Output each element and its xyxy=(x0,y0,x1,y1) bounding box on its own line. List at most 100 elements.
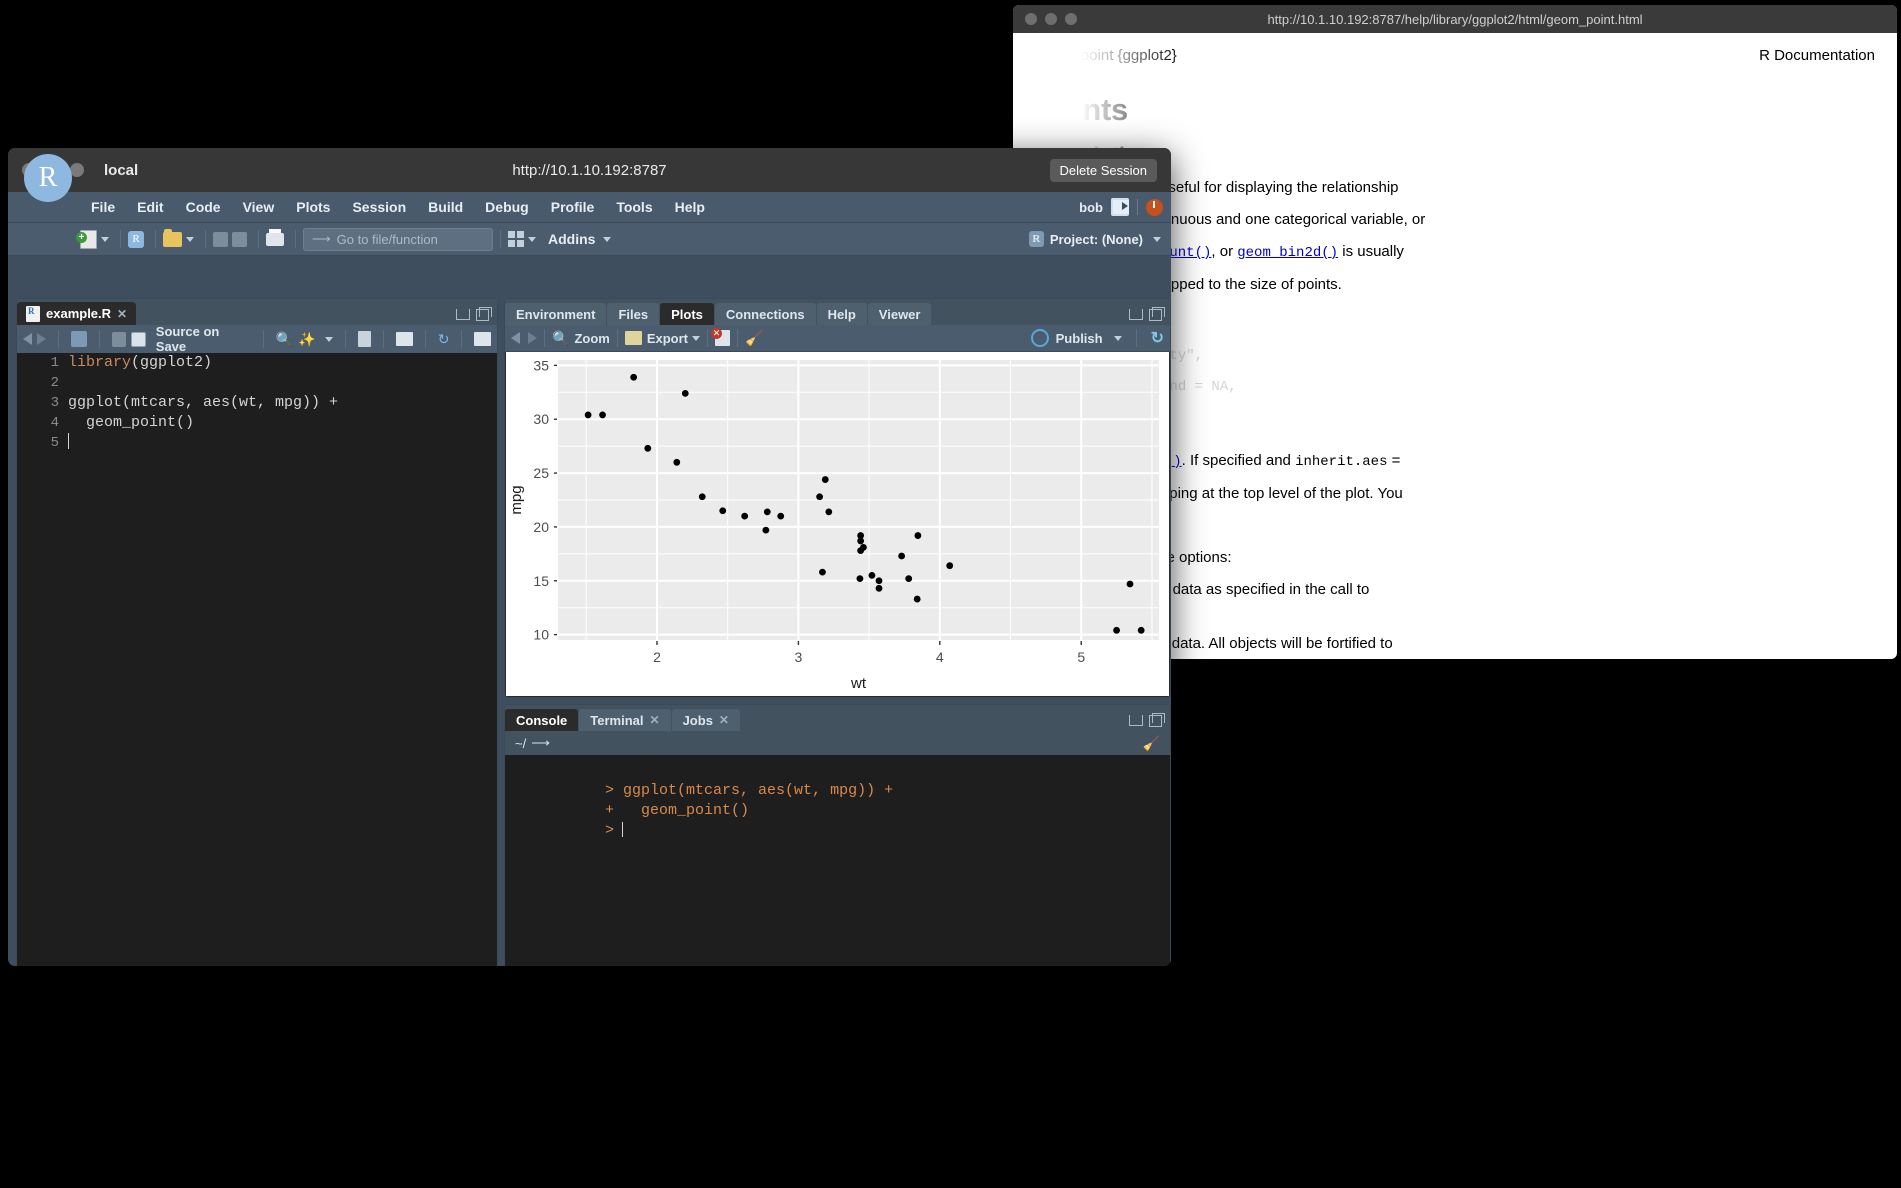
source-pane-window-buttons[interactable] xyxy=(456,309,489,321)
plots-pane-window-buttons[interactable] xyxy=(1129,309,1162,321)
menu-profile[interactable]: Profile xyxy=(540,196,606,218)
sign-out-icon[interactable] xyxy=(1111,198,1129,216)
chevron-down-icon[interactable] xyxy=(186,237,194,242)
tab-files[interactable]: Files xyxy=(607,303,659,325)
open-file-button[interactable] xyxy=(163,232,194,247)
publish-label[interactable]: Publish xyxy=(1056,331,1103,346)
console-text: geom_point() xyxy=(614,802,749,819)
close-icon[interactable]: ✕ xyxy=(117,307,127,321)
menu-code[interactable]: Code xyxy=(175,196,232,218)
minimize-icon[interactable] xyxy=(1129,309,1143,320)
forward-arrow-icon[interactable] xyxy=(37,333,46,345)
chevron-down-icon[interactable] xyxy=(325,337,333,342)
ggplot-scatterplot: 1015202530352345wtmpg xyxy=(506,352,1169,696)
show-in-new-window-icon[interactable] xyxy=(71,331,87,347)
go-to-file-input[interactable]: ⟶ Go to file/function xyxy=(303,228,493,251)
export-label[interactable]: Export xyxy=(647,331,688,346)
console-pane[interactable]: Console Terminal ✕ Jobs ✕ ~/ ⟶ 🧹 xyxy=(504,704,1171,966)
console-pane-window-buttons[interactable] xyxy=(1129,715,1162,727)
session-name-label: local xyxy=(104,162,138,179)
export-icon[interactable] xyxy=(625,331,642,345)
menu-file[interactable]: File xyxy=(80,196,126,218)
close-icon[interactable]: ✕ xyxy=(719,713,729,727)
maximize-icon[interactable] xyxy=(476,309,489,321)
plots-pane[interactable]: Environment Files Plots Connections Help… xyxy=(504,298,1171,698)
r-project-icon: R xyxy=(128,231,144,248)
tab-terminal-label: Terminal xyxy=(590,713,643,728)
plot-canvas[interactable]: 1015202530352345wtmpg xyxy=(506,352,1169,696)
plus-icon: + xyxy=(76,232,87,243)
code-editor[interactable]: 1 library(ggplot2) 2 3 ggplot(mtcars, ae… xyxy=(17,353,497,966)
menu-tools[interactable]: Tools xyxy=(605,196,663,218)
source-editor-pane[interactable]: example.R ✕ Source on Save 🔍 ✨ xyxy=(16,298,498,966)
source-icon[interactable] xyxy=(474,332,491,346)
close-icon[interactable]: ✕ xyxy=(650,713,660,727)
clear-console-icon[interactable]: 🧹 xyxy=(1143,735,1160,752)
publish-group[interactable]: Publish ↻ xyxy=(1031,328,1164,348)
save-all-button[interactable] xyxy=(232,232,247,247)
source-tab-example-r[interactable]: example.R ✕ xyxy=(17,302,136,325)
console-tabbar: Console Terminal ✕ Jobs ✕ xyxy=(505,705,1170,731)
tab-console[interactable]: Console xyxy=(505,709,578,731)
maximize-icon[interactable] xyxy=(1149,309,1162,321)
print-button[interactable] xyxy=(266,233,284,246)
menu-help[interactable]: Help xyxy=(664,196,716,218)
chevron-down-icon[interactable] xyxy=(101,237,109,242)
compile-report-icon[interactable] xyxy=(358,331,372,347)
svg-text:30: 30 xyxy=(533,411,549,427)
minimize-icon[interactable] xyxy=(456,309,470,320)
menu-build[interactable]: Build xyxy=(417,196,474,218)
addins-label[interactable]: Addins xyxy=(548,231,595,247)
refresh-icon[interactable]: ↻ xyxy=(1151,328,1164,348)
next-plot-icon[interactable] xyxy=(528,332,537,344)
minimize-icon[interactable] xyxy=(1129,715,1143,726)
clear-all-plots-icon[interactable]: 🧹 xyxy=(745,329,764,347)
tab-viewer[interactable]: Viewer xyxy=(868,303,932,325)
chevron-down-icon[interactable] xyxy=(1153,237,1161,242)
previous-plot-icon[interactable] xyxy=(511,332,520,344)
tab-environment[interactable]: Environment xyxy=(505,303,606,325)
save-icon[interactable] xyxy=(112,332,127,347)
tab-help[interactable]: Help xyxy=(817,303,867,325)
chevron-down-icon[interactable] xyxy=(692,336,700,341)
chevron-down-icon[interactable] xyxy=(1114,336,1122,341)
chevron-down-icon[interactable] xyxy=(528,237,536,242)
rstudio-maximize-button[interactable] xyxy=(70,163,84,177)
divider xyxy=(461,330,462,348)
menu-debug[interactable]: Debug xyxy=(474,196,540,218)
save-button[interactable] xyxy=(213,232,228,247)
menu-view[interactable]: View xyxy=(232,196,286,218)
zoom-label[interactable]: Zoom xyxy=(574,331,609,346)
zoom-icon[interactable]: 🔍 xyxy=(552,330,569,347)
source-tab-label: example.R xyxy=(46,306,111,321)
run-icon[interactable] xyxy=(396,332,413,346)
source-on-save-checkbox[interactable] xyxy=(131,332,146,347)
chevron-down-icon[interactable] xyxy=(603,237,611,242)
tab-connections[interactable]: Connections xyxy=(715,303,816,325)
back-arrow-icon[interactable] xyxy=(23,333,32,345)
folder-icon xyxy=(163,232,182,247)
console-output[interactable]: > ggplot(mtcars, aes(wt, mpg)) + + geom_… xyxy=(505,755,1170,966)
publish-icon xyxy=(1031,329,1049,347)
remove-plot-icon[interactable]: ✕ xyxy=(715,330,730,346)
new-file-button[interactable]: + xyxy=(80,230,109,249)
rerun-icon[interactable]: ↻ xyxy=(438,331,450,348)
new-project-button[interactable]: R xyxy=(128,231,144,248)
delete-session-button[interactable]: Delete Session xyxy=(1050,159,1157,182)
search-icon[interactable]: 🔍 xyxy=(276,331,293,348)
tab-jobs[interactable]: Jobs ✕ xyxy=(672,709,740,731)
maximize-icon[interactable] xyxy=(1149,715,1162,727)
project-selector[interactable]: R Project: (None) xyxy=(1029,231,1161,247)
tab-terminal[interactable]: Terminal ✕ xyxy=(579,709,670,731)
tab-plots[interactable]: Plots xyxy=(660,303,714,325)
rstudio-window[interactable]: local http://10.1.10.192:8787 Delete Ses… xyxy=(8,148,1171,966)
magic-wand-icon[interactable]: ✨ xyxy=(298,331,315,348)
workspace-panes-button[interactable] xyxy=(508,231,536,247)
geom-bin2d-link[interactable]: geom_bin2d() xyxy=(1237,245,1338,261)
open-in-files-icon[interactable]: ⟶ xyxy=(531,735,550,751)
menu-edit[interactable]: Edit xyxy=(126,196,174,218)
menu-plots[interactable]: Plots xyxy=(285,196,341,218)
power-quit-icon[interactable] xyxy=(1146,199,1163,216)
menu-session[interactable]: Session xyxy=(341,196,417,218)
tab-jobs-label: Jobs xyxy=(683,713,713,728)
